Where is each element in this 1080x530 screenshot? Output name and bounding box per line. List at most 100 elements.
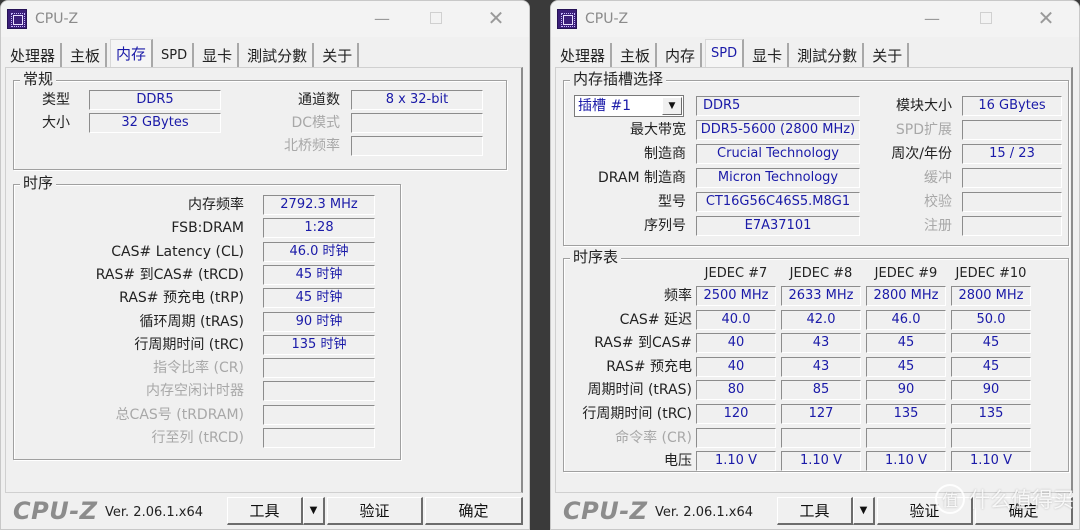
timing-cell: 50.0 (951, 309, 1031, 330)
timing-value (263, 381, 375, 402)
tools-dropdown-button[interactable]: ▼ (303, 497, 325, 525)
cpuz-window-spd: CPU-Z — ✕ 处理器 主板 内存 SPD 显卡 測試分數 关于 内存插槽选… (550, 0, 1080, 530)
timing-cell: 80 (696, 380, 776, 401)
serial-number-label: 序列号 (644, 218, 686, 234)
timing-cell: 2500 MHz (696, 286, 776, 306)
timing-cell: 2800 MHz (866, 286, 946, 306)
maximize-button[interactable] (971, 5, 1001, 31)
spd-ext-label: SPD扩展 (895, 122, 952, 138)
minimize-button[interactable]: — (917, 5, 947, 31)
timing-cell: 46.0 (866, 309, 946, 330)
timing-cell: 1.10 V (951, 451, 1031, 472)
timing-cell (781, 427, 861, 448)
minimize-button[interactable]: — (367, 5, 397, 31)
timing-value (263, 404, 375, 425)
nb-freq-value (351, 136, 483, 156)
tab-about[interactable]: 关于 (317, 43, 360, 67)
timing-row-label: 命令率 (CR) (615, 429, 692, 446)
timing-cell: 135 (866, 404, 946, 424)
tools-button[interactable]: 工具 (777, 497, 853, 525)
type-label: 类型 (42, 92, 70, 108)
version-label: Ver. 2.06.1.x64 (105, 505, 204, 520)
timing-label: 行周期时间 (tRC) (134, 336, 244, 353)
part-number-value: CT16G56C46S5.M8G1 (696, 192, 860, 212)
registered-label: 注册 (924, 218, 952, 234)
tab-graphics[interactable]: 显卡 (197, 43, 240, 67)
timing-cell: 40 (696, 333, 776, 354)
timing-cell (866, 427, 946, 448)
tab-bar: 处理器 主板 内存 SPD 显卡 測試分數 关于 (5, 39, 362, 67)
maximize-icon (980, 12, 992, 24)
cpuz-brand-logo: CPU-Z (563, 497, 648, 525)
tab-memory[interactable]: 内存 (110, 39, 154, 67)
timing-cell: 2800 MHz (951, 286, 1031, 306)
tab-spd[interactable]: SPD (156, 43, 195, 67)
timing-cell: 2633 MHz (781, 286, 861, 306)
cpuz-app-icon (7, 9, 27, 29)
timing-label: CAS# Latency (CL) (111, 243, 244, 260)
manufacturer-label: 制造商 (644, 146, 686, 162)
timing-row-label: 频率 (664, 288, 692, 304)
max-bandwidth-label: 最大带宽 (630, 122, 686, 138)
timing-value: 135 时钟 (263, 334, 375, 355)
timing-row-label: RAS# 预充电 (606, 358, 692, 375)
slot-select[interactable]: 插槽 #1 ▼ (574, 95, 684, 117)
timing-cell: 40 (696, 356, 776, 377)
tools-dropdown-button[interactable]: ▼ (853, 497, 875, 525)
close-button[interactable]: ✕ (481, 5, 511, 31)
spd-panel: 内存插槽选择 插槽 #1 ▼ DDR5 最大带宽 DDR5-5600 (2800… (555, 67, 1073, 493)
column-header: JEDEC #10 (955, 266, 1027, 281)
timing-value: 45 时钟 (263, 264, 375, 285)
tab-bench[interactable]: 測試分數 (242, 43, 315, 67)
tab-about[interactable]: 关于 (867, 43, 910, 67)
validate-button[interactable]: 验证 (327, 497, 423, 525)
tab-bench[interactable]: 測試分數 (792, 43, 865, 67)
channels-label: 通道数 (298, 92, 340, 108)
slot-dropdown-button[interactable]: ▼ (662, 97, 682, 115)
footer-bar: CPU-Z Ver. 2.06.1.x64 工具 ▼ 验证 确定 (1, 495, 529, 529)
tab-mainboard[interactable]: 主板 (65, 43, 108, 67)
timing-cell: 90 (951, 380, 1031, 401)
timing-cell: 45 (951, 356, 1031, 377)
timing-value (263, 428, 375, 448)
tools-button[interactable]: 工具 (227, 497, 303, 525)
timing-cell: 45 (866, 356, 946, 377)
timings-table-group: 时序表 JEDEC #7 JEDEC #8 JEDEC #9 JEDEC #10 频率 2… (563, 248, 1069, 472)
close-button[interactable]: ✕ (1031, 5, 1061, 31)
dc-mode-label: DC模式 (291, 115, 340, 131)
timing-value: 45 时钟 (263, 288, 375, 309)
timing-value (263, 358, 375, 379)
timing-cell (696, 427, 776, 448)
ok-button[interactable]: 确定 (425, 497, 523, 525)
timings-group: 时序 内存频率 2792.3 MHz FSB:DRAM 1:28 CAS# Latenc… (13, 174, 401, 460)
watermark: 值 什么值得买 (935, 484, 1074, 514)
channels-value: 8 x 32-bit (351, 90, 483, 110)
buffered-label: 缓冲 (924, 170, 952, 186)
watermark-logo-icon: 值 (935, 484, 965, 514)
column-header: JEDEC #9 (874, 266, 938, 281)
tab-cpu[interactable]: 处理器 (5, 43, 63, 67)
correction-label: 校验 (924, 194, 952, 210)
tab-memory[interactable]: 内存 (660, 43, 703, 67)
memory-panel: 常规 类型 DDR5 大小 32 GBytes 通道数 8 x 32-bit D… (5, 67, 523, 493)
timing-cell: 43 (781, 356, 861, 377)
timing-value: 2792.3 MHz (263, 195, 375, 215)
manufacturer-value: Crucial Technology (696, 144, 860, 164)
tab-mainboard[interactable]: 主板 (615, 43, 658, 67)
cpuz-window-memory: CPU-Z — ✕ 处理器 主板 内存 SPD 显卡 測試分數 关于 常规 类型… (0, 0, 530, 530)
timing-value: 90 时钟 (263, 311, 375, 332)
timing-value: 46.0 时钟 (263, 241, 375, 262)
timing-row-label: 电压 (664, 453, 692, 470)
tab-spd[interactable]: SPD (705, 39, 745, 67)
maximize-button[interactable] (421, 5, 451, 31)
timing-cell: 120 (696, 404, 776, 424)
timings-table-title: 时序表 (570, 248, 622, 266)
timing-cell: 1.10 V (866, 451, 946, 472)
size-label: 大小 (42, 115, 70, 131)
tab-cpu[interactable]: 处理器 (555, 43, 613, 67)
timing-cell: 45 (951, 333, 1031, 354)
timing-row-label: RAS# 到CAS# (594, 335, 692, 352)
tab-graphics[interactable]: 显卡 (747, 43, 790, 67)
timing-value: 1:28 (263, 218, 375, 239)
type-value: DDR5 (89, 90, 221, 110)
